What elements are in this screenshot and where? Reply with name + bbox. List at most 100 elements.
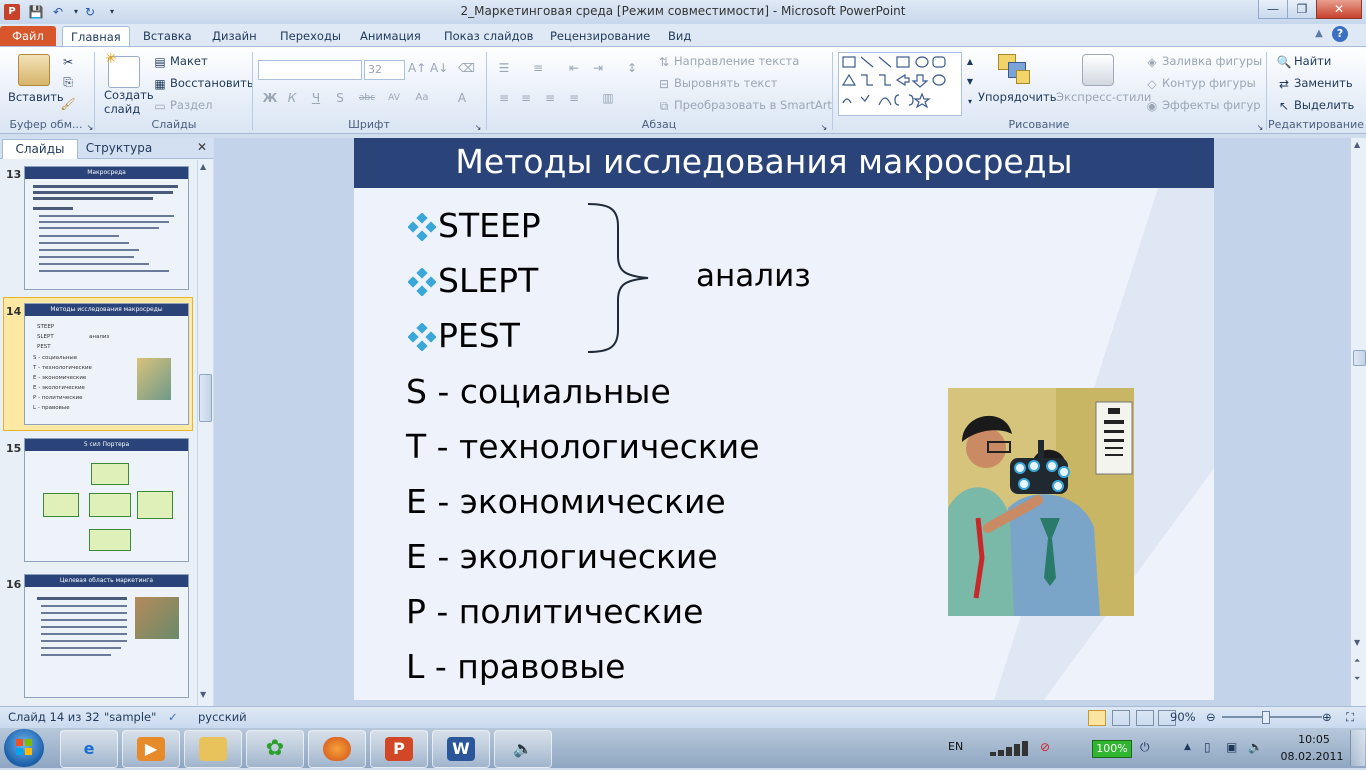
strikethrough-button[interactable]: abc [356,90,378,106]
network-error-icon[interactable]: ⊘ [1040,740,1056,756]
clock-time[interactable]: 10:05 [1292,733,1336,746]
cut-icon[interactable]: ✂ [60,54,76,70]
save-icon[interactable]: 💾 [28,4,44,20]
reading-view-icon[interactable] [1136,710,1154,726]
reset-button[interactable]: Восстановить [170,76,254,90]
analysis-label[interactable]: анализ [696,258,811,294]
font-name-combo[interactable] [258,60,362,80]
slide-sorter-icon[interactable] [1112,710,1130,726]
factor-line[interactable]: E - экономические [406,478,726,526]
zoom-in-icon[interactable]: ⊕ [1322,710,1332,724]
volume-icon[interactable]: 🔊 [1248,740,1264,756]
start-button[interactable] [4,729,44,767]
slide-thumbnail-13[interactable]: Макросреда [24,166,189,290]
tab-insert[interactable]: Вставка [143,26,192,46]
slide-scrollbar[interactable]: ▲ ▼ ⏶ ⏷ [1350,138,1366,706]
collapse-ribbon-icon[interactable]: ▲ [1312,28,1326,42]
paste-button[interactable]: Вставить [8,90,64,104]
taskbar-media-player[interactable]: ▶ [122,730,180,768]
eye-doctor-clipart[interactable] [948,388,1134,616]
redo-icon[interactable]: ↻ [82,4,98,20]
grow-font-icon[interactable]: A↑ [408,60,426,76]
taskbar-explorer[interactable] [184,730,242,768]
shape-outline-icon[interactable]: ◇ [1144,76,1160,92]
clear-format-icon[interactable]: ⌫ [458,60,475,76]
taskbar-word[interactable]: W [432,730,490,768]
numbering-icon[interactable]: ≡ [530,60,546,76]
input-language[interactable]: EN [948,740,963,753]
zoom-slider[interactable] [1222,716,1322,718]
taskbar-powerpoint[interactable]: P [370,730,428,768]
columns-icon[interactable]: ▥ [600,90,616,106]
font-launcher-icon[interactable]: ↘ [470,120,486,136]
tab-outline[interactable]: Структура [80,139,158,158]
new-slide-icon[interactable]: ✳ [105,51,140,88]
shadow-button[interactable]: S [332,90,348,106]
find-button[interactable]: Найти [1294,54,1331,68]
align-text-button[interactable]: Выровнять текст [674,76,777,90]
copy-icon[interactable]: ⎘ [60,74,76,90]
text-direction-icon[interactable]: ⇅ [656,54,672,70]
close-button[interactable]: ✕ [1316,0,1362,19]
select-icon[interactable]: ↖ [1276,98,1292,114]
underline-button[interactable]: Ч [308,90,324,106]
shape-fill-button[interactable]: Заливка фигуры [1162,54,1262,68]
shrink-font-icon[interactable]: A↓ [430,60,448,76]
slide-thumbnail-15[interactable]: 5 сил Портера [24,438,189,562]
replace-icon[interactable]: ⇄ [1276,76,1292,92]
decrease-indent-icon[interactable]: ⇤ [566,60,582,76]
clock-date[interactable]: 08.02.2011 [1280,750,1344,763]
tab-view[interactable]: Вид [668,26,691,46]
tab-transitions[interactable]: Переходы [280,26,341,46]
section-button[interactable]: Раздел [170,98,212,112]
maximize-button[interactable]: ❐ [1287,0,1317,19]
slide-canvas[interactable]: Методы исследования макросреды STEEP SLE… [354,138,1214,700]
language-indicator[interactable]: русский [198,710,247,724]
select-button[interactable]: Выделить [1294,98,1354,112]
replace-button[interactable]: Заменить [1294,76,1353,90]
align-text-icon[interactable]: ⊟ [656,76,672,92]
align-right-icon[interactable]: ≡ [542,90,558,106]
zoom-level[interactable]: 90% [1170,710,1196,724]
arrange-icon[interactable] [998,54,1030,84]
paragraph-launcher-icon[interactable]: ↘ [816,120,832,136]
paste-icon[interactable] [18,54,50,86]
new-slide-button[interactable]: Создать слайд [104,88,154,116]
normal-view-icon[interactable] [1088,710,1106,726]
slide-title[interactable]: Методы исследования макросреды [354,142,1174,182]
slide-thumbnail-14[interactable]: Методы исследования макросреды STEEP SLE… [24,303,189,425]
smartart-icon[interactable]: ⧉ [656,98,672,114]
curly-brace-shape[interactable] [586,202,656,354]
network-icon[interactable]: ▣ [1226,740,1242,756]
increase-indent-icon[interactable]: ⇥ [590,60,606,76]
previous-slide-icon[interactable]: ⏶ [1354,656,1360,666]
undo-icon[interactable]: ↶ [50,4,66,20]
font-size-combo[interactable]: 32 [364,60,405,80]
gallery-up-icon[interactable]: ▲ [962,54,978,70]
factor-line[interactable]: T - технологические [406,423,760,471]
power-plug-icon[interactable]: ⏻ [1140,740,1156,756]
align-center-icon[interactable]: ≡ [518,90,534,106]
tab-animation[interactable]: Анимация [360,26,421,46]
fit-slide-icon[interactable]: ⛶ [1346,710,1354,725]
spellcheck-icon[interactable]: ✓ [168,710,178,724]
theme-name[interactable]: "sample" [104,710,156,724]
show-desktop-button[interactable] [1350,730,1365,766]
char-spacing-button[interactable]: AV [384,90,404,106]
battery-indicator[interactable]: 100% [1092,740,1132,758]
minimize-button[interactable]: — [1258,0,1288,19]
tab-review[interactable]: Рецензирование [550,26,650,46]
scroll-thumb[interactable] [199,374,212,422]
bullet-item[interactable]: SLEPT [408,259,538,303]
customize-qat-icon[interactable]: ▾ [104,4,120,20]
signal-strength-icon[interactable] [990,740,1034,756]
find-icon[interactable]: 🔍 [1276,54,1292,70]
bold-button[interactable]: Ж [262,90,278,106]
taskbar-icq[interactable]: ✿ [246,730,304,768]
taskbar-sound[interactable]: 🔈 [494,730,552,768]
line-spacing-icon[interactable]: ↕ [624,60,640,76]
shape-effects-button[interactable]: Эффекты фигур [1162,98,1261,112]
scroll-thumb[interactable] [1353,350,1366,366]
close-pane-icon[interactable]: ✕ [194,140,210,156]
factor-line[interactable]: E - экологические [406,533,718,581]
